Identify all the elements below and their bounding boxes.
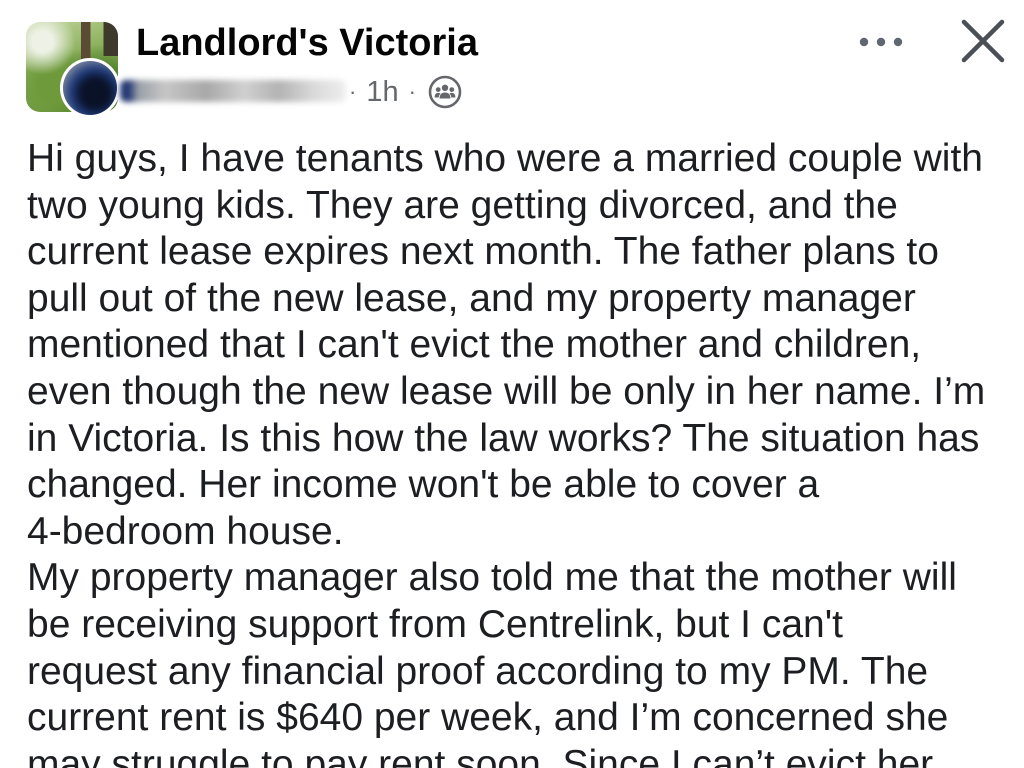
- close-icon: [961, 19, 1005, 63]
- post-body-line: mentioned that I can't evict the mother …: [27, 323, 922, 367]
- author-avatar-redacted: [63, 61, 117, 115]
- author-name-redacted[interactable]: [120, 80, 346, 102]
- members-group-icon: [428, 75, 462, 109]
- meta-separator: ·: [349, 79, 357, 104]
- post-body-line: current rent is $640 per week, and I’m c…: [27, 696, 949, 740]
- post-body-line: may struggle to pay rent soon. Since I c…: [27, 742, 934, 768]
- post-body-line: two young kids. They are getting divorce…: [27, 183, 898, 227]
- post-body-line: even though the new lease will be only i…: [27, 369, 986, 413]
- post-body-line: in Victoria. Is this how the law works? …: [27, 416, 980, 460]
- post-body-line: current lease expires next month. The fa…: [27, 230, 939, 274]
- more-options-button[interactable]: [856, 30, 908, 54]
- post-body-line: pull out of the new lease, and my proper…: [27, 276, 916, 320]
- more-horizontal-icon: [859, 37, 903, 47]
- post-body-line: Hi guys, I have tenants who were a marri…: [27, 137, 983, 180]
- post-body-line: request any financial proof according to…: [27, 649, 929, 693]
- post-body: Hi guys, I have tenants who were a marri…: [27, 136, 1012, 768]
- post-body-line: be receiving support from Centrelink, bu…: [27, 602, 844, 646]
- close-button[interactable]: [958, 18, 1006, 66]
- meta-separator: ·: [408, 79, 416, 104]
- post-body-line: My property manager also told me that th…: [27, 556, 957, 600]
- author-avatar[interactable]: [60, 58, 120, 118]
- post-timestamp[interactable]: 1h: [366, 77, 398, 107]
- post-body-line: changed. Her income won't be able to cov…: [27, 463, 820, 507]
- post-card: Landlord's Victoria · 1h · Hi guys, I ha…: [0, 0, 1024, 768]
- group-name-link[interactable]: Landlord's Victoria: [136, 24, 478, 62]
- post-body-line: 4-bedroom house.: [27, 509, 344, 553]
- post-meta: · 1h ·: [349, 74, 462, 110]
